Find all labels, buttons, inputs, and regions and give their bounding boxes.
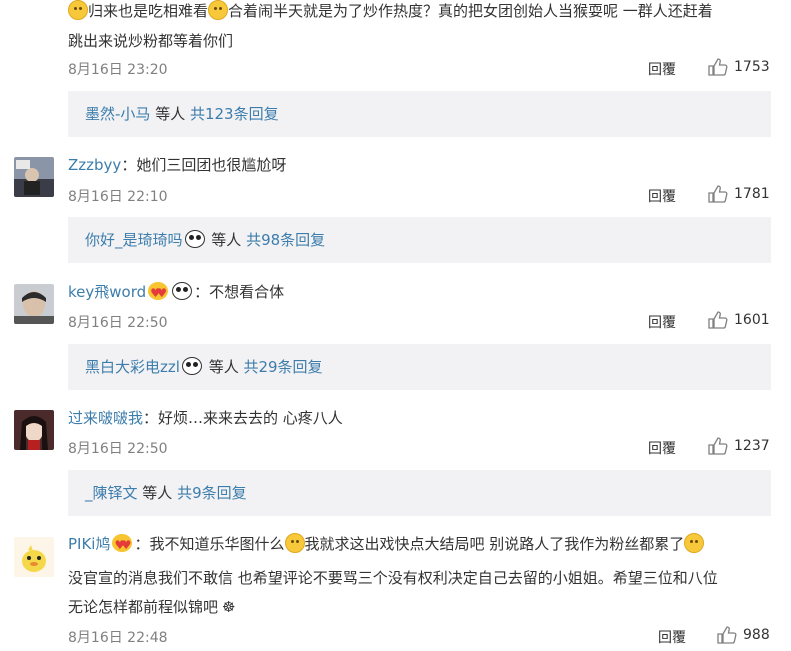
reply-button[interactable]: 回覆 [648,438,676,458]
comment-username[interactable]: Zzzbyy [68,156,121,174]
reply-button[interactable]: 回覆 [648,186,676,206]
like-button[interactable]: 1237 [708,437,770,455]
like-button[interactable]: 1601 [708,311,770,329]
thumbs-up-icon [708,185,728,203]
comment-time: 8月16日 23:20 [68,62,168,78]
comment-time: 8月16日 22:50 [68,315,168,331]
comment-username[interactable]: 过来啵啵我 [68,409,143,427]
panda-emoji-icon [181,357,202,375]
thinking-emoji-icon [684,533,705,553]
avatar[interactable] [14,157,54,197]
thumbs-up-icon [717,626,737,644]
comment-text-line2: 跳出来说炒粉都等着你们 [68,32,234,50]
reply-thread: 你好_是琦琦吗 等人 共98条回复 [68,217,771,263]
reply-button[interactable]: 回覆 [648,312,676,332]
thread-count-link[interactable]: 共29条回复 [243,358,322,376]
thinking-emoji-icon [284,533,305,553]
heart-eyes-emoji-icon [112,532,133,558]
thread-user-link[interactable]: 黑白大彩电zzl [85,358,180,376]
comment-text: key飛word：不想看合体 [68,279,284,306]
comment-username[interactable]: PIKi鸠 [68,535,110,553]
smile-emoji-icon [208,0,229,20]
thumbs-up-icon [708,58,728,76]
reply-thread: _陳铎文 等人 共9条回复 [68,470,771,516]
like-count: 988 [743,627,770,643]
like-button[interactable]: 988 [717,626,770,644]
thread-count-link[interactable]: 共123条回复 [190,105,279,123]
comment-time: 8月16日 22:48 [68,630,168,646]
like-count: 1753 [734,59,770,75]
thumbs-up-icon [708,311,728,329]
comment-text-line3: 无论怎样都前程似锦吧 ☸ [68,598,236,616]
thread-user-link[interactable]: 你好_是琦琦吗 [85,231,183,249]
reply-button[interactable]: 回覆 [648,59,676,79]
smile-emoji-icon [68,0,88,20]
avatar[interactable] [14,284,54,324]
like-button[interactable]: 1781 [708,185,770,203]
comment-text: 过来啵啵我：好烦…来来去去的 心疼八人 [68,409,343,427]
avatar[interactable] [14,537,54,577]
comment-text-line2: 没官宣的消息我们不敢信 也希望评论不要骂三个没有权利决定自己去留的小姐姐。希望三… [68,569,718,587]
reply-thread: 黑白大彩电zzl 等人 共29条回复 [68,344,771,390]
thread-user-link[interactable]: 墨然-小马 [85,105,150,123]
avatar[interactable] [14,410,54,450]
thread-count-link[interactable]: 共98条回复 [246,231,325,249]
comment-time: 8月16日 22:50 [68,441,168,457]
heart-eyes-emoji-icon [148,280,169,306]
comment-text: 归来也是吃相难看 合着闹半天就是为了炒作热度？真的把女团创始人当猴耍呢 一群人还赶… [68,0,713,24]
comment-time: 8月16日 22:10 [68,189,168,205]
panda-emoji-icon [172,282,193,300]
comment-text: PIKi鸠：我不知道乐华图什么我就求这出戏快点大结局吧 别说路人了我作为粉丝都累… [68,531,705,558]
like-count: 1237 [734,438,770,454]
thumbs-up-icon [708,437,728,455]
panda-emoji-icon [184,230,205,248]
reply-thread: 墨然-小马 等人 共123条回复 [68,91,771,137]
comment-username[interactable]: key飛word [68,283,146,301]
thread-user-link[interactable]: _陳铎文 [85,484,138,502]
like-count: 1781 [734,186,770,202]
like-button[interactable]: 1753 [708,58,770,76]
like-count: 1601 [734,312,770,328]
prayer-emoji-icon: ☸ [222,598,236,616]
comment-text: Zzzbyy：她们三回团也很尴尬呀 [68,156,287,174]
thread-count-link[interactable]: 共9条回复 [177,484,247,502]
reply-button[interactable]: 回覆 [658,627,686,647]
